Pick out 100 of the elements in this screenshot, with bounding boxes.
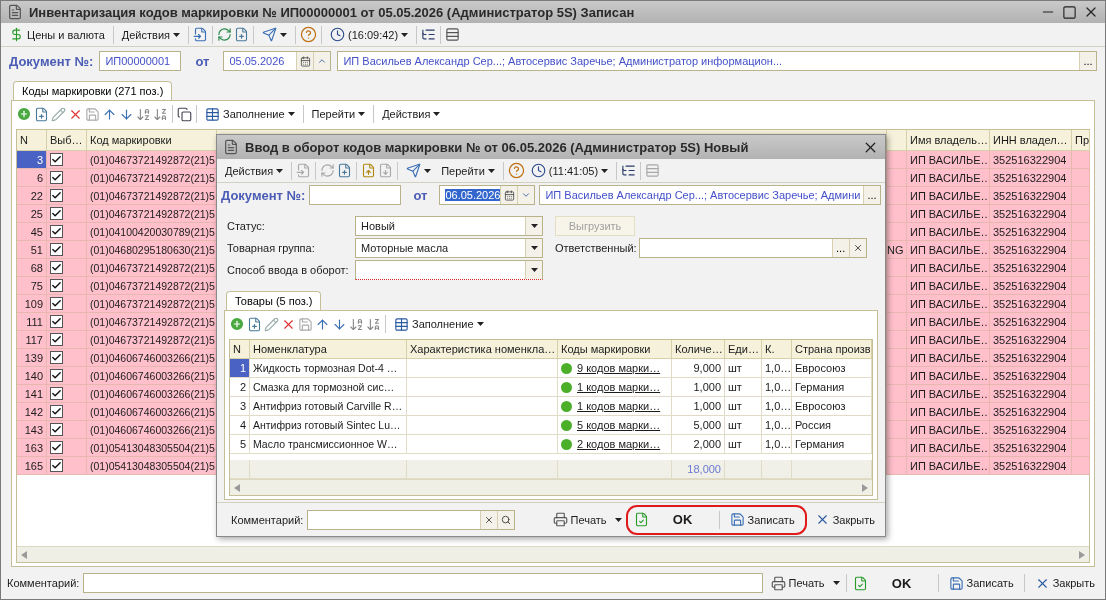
prices-button[interactable]: Цены и валюта [5,24,109,45]
history-menu[interactable]: (16:09:42) [326,24,413,45]
copy-document-icon[interactable] [234,27,249,42]
organization-field[interactable]: ИП Васильев Александр Сер...; Автосервис Заречье; Администратор информацион... ... [337,51,1097,71]
date-field[interactable]: 05.05.2026 [223,51,332,71]
copy-document-icon[interactable] [337,163,353,178]
scroll-left-icon[interactable] [21,550,27,559]
document-arrow-icon[interactable] [193,27,208,42]
checkbox[interactable] [50,333,63,346]
save-button[interactable]: Записать [944,573,1018,593]
document-number-field[interactable] [309,185,402,205]
spin-icon[interactable] [521,190,532,200]
codes-link[interactable]: 2 кодов марки… [577,438,661,450]
fill-menu[interactable]: Заполнение [390,314,488,334]
actions-menu[interactable]: Действия [117,24,184,45]
copy-document-icon[interactable] [34,106,49,122]
document-icon[interactable] [7,4,23,20]
goto-menu[interactable]: Перейти [307,104,370,124]
save-button[interactable]: Записать [725,509,799,530]
help-icon[interactable] [507,162,525,179]
structure-icon[interactable] [421,27,437,42]
close-button[interactable]: Закрыть [1030,573,1099,593]
select-field[interactable]: Моторные масла [355,238,543,258]
checkbox[interactable] [50,405,63,418]
scroll-right-icon[interactable] [1079,550,1085,559]
help-icon[interactable] [300,26,317,43]
sort-ascending-icon[interactable] [136,106,151,122]
select-button[interactable]: ... [1079,52,1096,70]
send-icon[interactable] [406,163,422,178]
document-check-icon[interactable] [633,512,649,527]
layout-icon[interactable] [445,27,461,42]
dollar-icon[interactable] [9,27,24,42]
printer-icon[interactable] [552,512,568,527]
clock-icon[interactable] [530,163,546,178]
fill-menu[interactable]: Заполнение [201,104,299,124]
scroll-left-icon[interactable] [234,483,240,492]
scroll-right-icon[interactable] [862,483,868,492]
edit-icon[interactable] [264,316,279,332]
sort-descending-icon[interactable] [366,316,381,332]
tab[interactable]: Товары (5 поз.) [226,291,322,310]
print-button[interactable]: Печать [548,509,611,530]
select-button[interactable]: ... [863,186,880,204]
maximize-icon[interactable] [1062,4,1077,20]
checkbox[interactable] [50,279,63,292]
goto-menu[interactable]: Перейти [437,160,499,181]
post-document-icon[interactable] [361,163,377,178]
calendar-icon[interactable] [299,55,311,67]
checkbox[interactable] [50,315,63,328]
checkbox[interactable] [50,423,63,436]
refresh-icon[interactable] [217,27,232,42]
horizontal-scrollbar[interactable] [230,479,872,495]
windows-icon[interactable] [177,106,192,122]
search-icon[interactable] [501,514,512,525]
add-icon[interactable] [16,106,32,122]
save-icon[interactable] [729,512,745,527]
table-icon[interactable] [394,316,409,332]
date-field[interactable]: 06.05.2026 [439,185,536,205]
calendar-icon[interactable] [503,189,515,201]
sort-ascending-icon[interactable] [349,316,364,332]
actions-menu[interactable]: Действия [378,104,445,124]
move-down-icon[interactable] [332,316,347,332]
select-button[interactable]: ... [831,239,849,257]
checkbox[interactable] [50,459,63,472]
edit-icon[interactable] [51,106,66,122]
tab[interactable]: Коды маркировки (271 поз.) [13,81,173,100]
checkbox[interactable] [50,261,63,274]
copy-document-icon[interactable] [247,316,262,332]
comment-field[interactable] [83,573,763,593]
comment-field[interactable] [307,509,516,530]
select-field[interactable] [355,260,543,280]
close-button[interactable]: Закрыть [810,509,879,530]
table-icon[interactable] [205,106,220,122]
spin-icon[interactable] [317,56,328,66]
ok-button[interactable]: OK [871,573,932,593]
checkbox[interactable] [50,171,63,184]
actions-menu[interactable]: Действия [221,160,288,181]
codes-link[interactable]: 1 кодов марки… [577,381,661,393]
print-button[interactable]: Печать [766,573,829,593]
responsible-field[interactable]: ... [638,238,867,258]
codes-link[interactable]: 1 кодов марки… [577,400,661,412]
select-field[interactable]: Новый [355,216,543,236]
organization-field[interactable]: ИП Васильев Александр Сер...; Автосервис Заречье; Админи ... [539,185,881,205]
document-number-field[interactable]: ИП00000001 [99,51,182,71]
checkbox[interactable] [50,297,63,310]
horizontal-scrollbar[interactable] [17,546,1089,562]
clear-icon[interactable] [852,243,863,253]
checkbox[interactable] [50,189,63,202]
checkbox[interactable] [50,153,63,166]
sort-descending-icon[interactable] [153,106,168,122]
checkbox[interactable] [50,441,63,454]
checkbox[interactable] [50,369,63,382]
send-icon[interactable] [262,27,277,42]
checkbox[interactable] [50,351,63,364]
clear-icon[interactable] [484,514,495,525]
move-down-icon[interactable] [119,106,134,122]
checkbox[interactable] [50,387,63,400]
printer-icon[interactable] [770,575,786,591]
history-menu[interactable]: (11:41:05) [526,160,613,181]
clock-icon[interactable] [330,27,345,42]
add-icon[interactable] [229,316,245,332]
